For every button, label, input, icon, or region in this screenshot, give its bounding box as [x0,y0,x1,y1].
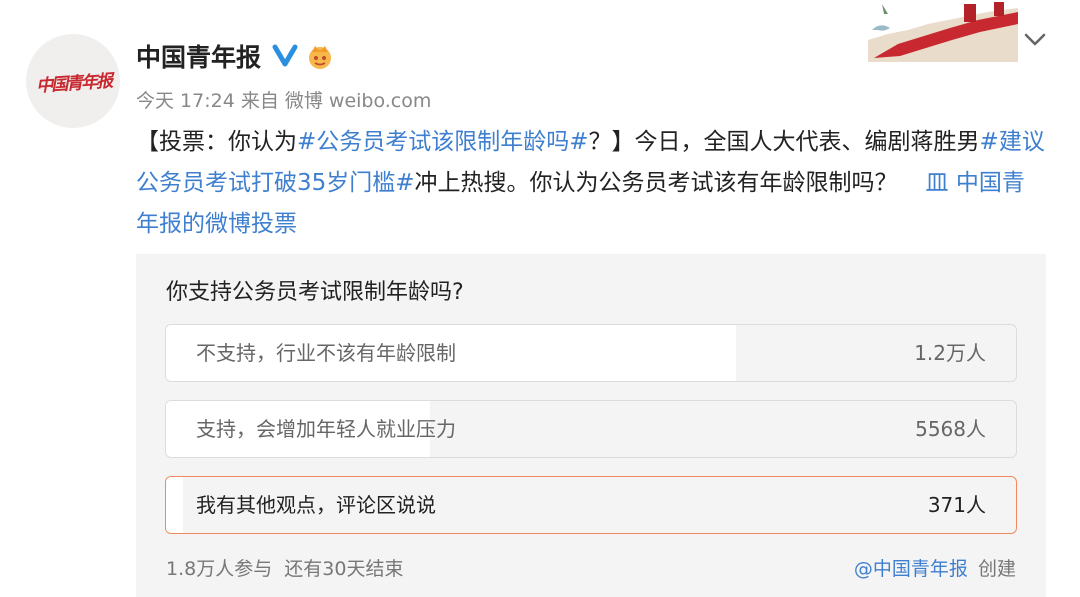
poll-participants: 1.8万人参与 [166,558,273,580]
poll-option-count: 5568人 [915,417,986,441]
poll-option-label: 支持，会增加年轻人就业压力 [196,417,456,441]
post-text: 【投票：你认为#公务员考试该限制年龄吗#？】今日，全国人大代表、编剧蒋胜男#建议… [136,122,1046,245]
member-crown-icon[interactable] [306,42,334,70]
poll-option-count: 1.2万人 [914,341,986,365]
poll-option[interactable]: 支持，会增加年轻人就业压力 5568人 [165,400,1017,458]
great-wall-art [868,2,1018,62]
creator-link[interactable]: @中国青年报 [854,558,968,580]
poll-card: 你支持公务员考试限制年龄吗? 不支持，行业不该有年龄限制 1.2万人 支持，会增… [136,254,1046,597]
poll-question: 你支持公务员考试限制年龄吗? [166,280,464,305]
poll-stats: 1.8万人参与 还有30天结束 [166,554,403,581]
post-meta: 今天 17:24 来自 微博 weibo.com [136,90,432,112]
poll-remaining: 还有30天结束 [284,558,404,580]
poll-option[interactable]: 不支持，行业不该有年龄限制 1.2万人 [165,324,1017,382]
post-text-part: 冲上热搜。你认为公务员考试该有年龄限制吗？ [414,170,898,196]
post-text-part: ？】今日，全国人大代表、编剧蒋胜男 [588,129,980,155]
avatar[interactable]: 中国青年报 [26,34,120,128]
poll-option-label: 不支持，行业不该有年龄限制 [196,341,456,365]
verified-icon [272,44,298,67]
avatar-logo: 中国青年报 [35,70,112,97]
poll-option-selected[interactable]: 我有其他观点，评论区说说 371人 [165,476,1017,534]
poll-option-label: 我有其他观点，评论区说说 [196,493,436,517]
created-label: 创建 [977,558,1016,580]
post-text-part: 【投票：你认为 [136,129,297,155]
poster-name[interactable]: 中国青年报 [136,38,261,74]
hashtag-link[interactable]: #公务员考试该限制年龄吗# [297,129,589,155]
chevron-down-icon[interactable] [1022,30,1048,50]
poll-option-count: 371人 [927,493,986,517]
poll-creator: @中国青年报 创建 [854,554,1016,581]
poll-option-fill [166,477,183,533]
